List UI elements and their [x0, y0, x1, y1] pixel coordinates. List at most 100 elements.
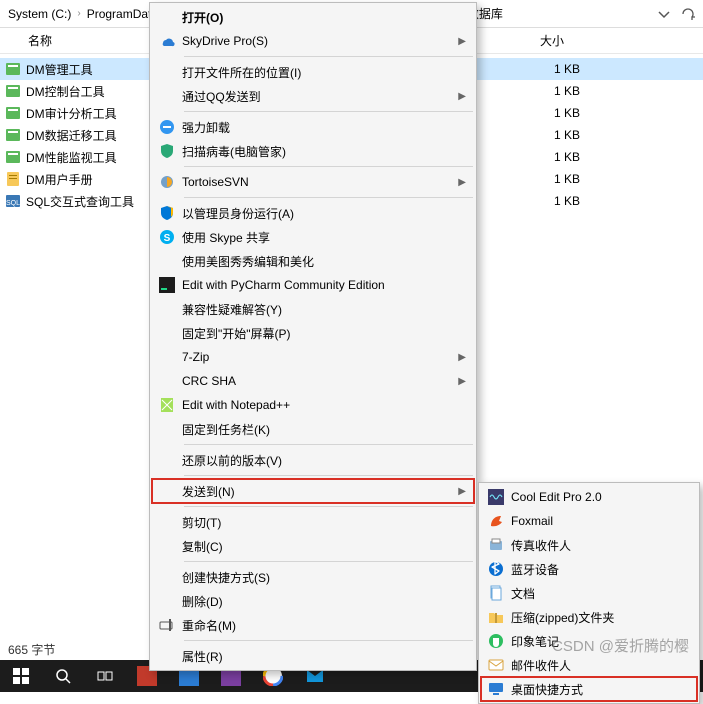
menu-item[interactable]: 固定到任务栏(K)	[152, 417, 474, 441]
menu-item[interactable]: 使用 Skype 共享	[152, 225, 474, 249]
refresh-button[interactable]	[679, 5, 697, 23]
file-size: 1 KB	[490, 62, 610, 76]
menu-item-label: Edit with PyCharm Community Edition	[182, 278, 474, 292]
menu-item[interactable]: 使用美图秀秀编辑和美化	[152, 249, 474, 273]
menu-item-label: 固定到任务栏(K)	[182, 421, 474, 438]
menu-item-label: 复制(C)	[182, 538, 474, 555]
file-icon	[0, 149, 26, 165]
menu-item-label: 压缩(zipped)文件夹	[511, 609, 697, 626]
chevron-right-icon: ›	[73, 8, 84, 19]
uninstall-icon	[152, 119, 182, 135]
menu-item-label: Foxmail	[511, 514, 697, 528]
submenu-arrow-icon: ▶	[458, 177, 466, 188]
menu-item[interactable]: 属性(R)	[152, 644, 474, 668]
fax-icon	[481, 537, 511, 553]
menu-item-label: CRC SHA	[182, 374, 474, 388]
menu-item[interactable]: 蓝牙设备	[481, 557, 697, 581]
bc-0[interactable]: System (C:)	[6, 7, 73, 21]
submenu-arrow-icon: ▶	[458, 91, 466, 102]
menu-item[interactable]: 创建快捷方式(S)	[152, 565, 474, 589]
start-button[interactable]	[0, 660, 42, 692]
submenu-arrow-icon: ▶	[458, 352, 466, 363]
sendto-submenu[interactable]: Cool Edit Pro 2.0 Foxmail 传真收件人蓝牙设备文档压缩(zi…	[478, 482, 700, 704]
menu-item[interactable]: 发送到(N)▶	[152, 479, 474, 503]
menu-item[interactable]: TortoiseSVN▶	[152, 170, 474, 194]
desktop-icon	[481, 681, 511, 697]
menu-item-label: 扫描病毒(电脑管家)	[182, 143, 474, 160]
menu-item[interactable]: 以管理员身份运行(A)	[152, 201, 474, 225]
submenu-arrow-icon: ▶	[458, 376, 466, 387]
menu-item[interactable]: Foxmail	[481, 509, 697, 533]
status-bar: 665 字节	[0, 638, 63, 660]
menu-header[interactable]: 打开(O)	[152, 5, 474, 29]
menu-item[interactable]: 文档	[481, 581, 697, 605]
menu-item-label: 发送到(N)	[182, 483, 474, 500]
menu-item[interactable]: 兼容性疑难解答(Y)	[152, 297, 474, 321]
menu-separator	[184, 197, 473, 198]
menu-item-label: Edit with Notepad++	[182, 398, 474, 412]
file-size: 1 KB	[490, 194, 610, 208]
menu-item-label: 强力卸载	[182, 119, 474, 136]
foxmail-icon	[481, 513, 511, 529]
menu-item-label: 重命名(M)	[182, 617, 474, 634]
skype-icon	[152, 229, 182, 245]
menu-separator	[184, 444, 473, 445]
file-icon	[0, 171, 26, 187]
evernote-icon	[481, 633, 511, 649]
menu-separator	[184, 166, 473, 167]
menu-item-label: 邮件收件人	[511, 657, 697, 674]
menu-item[interactable]: 复制(C)	[152, 534, 474, 558]
notepad-icon	[152, 397, 182, 413]
menu-item-label: 打开文件所在的位置(I)	[182, 64, 474, 81]
status-text: 665 字节	[8, 641, 55, 658]
menu-item-label: SkyDrive Pro(S)	[182, 34, 474, 48]
pycharm-icon	[152, 277, 182, 293]
menu-item[interactable]: 通过QQ发送到▶	[152, 84, 474, 108]
menu-item[interactable]: 7-Zip▶	[152, 345, 474, 369]
menu-item[interactable]: 邮件收件人	[481, 653, 697, 677]
menu-item[interactable]: 强力卸载	[152, 115, 474, 139]
menu-item[interactable]: 固定到"开始"屏幕(P)	[152, 321, 474, 345]
menu-item[interactable]: SkyDrive Pro(S)▶	[152, 29, 474, 53]
cooledit-icon	[481, 489, 511, 505]
shield-icon	[152, 205, 182, 221]
menu-item[interactable]: 扫描病毒(电脑管家)	[152, 139, 474, 163]
zip-icon	[481, 609, 511, 625]
submenu-arrow-icon: ▶	[458, 486, 466, 497]
menu-separator	[184, 111, 473, 112]
taskview-icon[interactable]	[84, 660, 126, 692]
menu-separator	[184, 561, 473, 562]
menu-item[interactable]: 剪切(T)	[152, 510, 474, 534]
menu-item[interactable]: 传真收件人	[481, 533, 697, 557]
menu-item[interactable]: 印象笔记	[481, 629, 697, 653]
search-icon[interactable]	[42, 660, 84, 692]
menu-item[interactable]: CRC SHA▶	[152, 369, 474, 393]
file-icon	[0, 127, 26, 143]
menu-item[interactable]: 删除(D)	[152, 589, 474, 613]
menu-item[interactable]: 压缩(zipped)文件夹	[481, 605, 697, 629]
menu-item[interactable]: Edit with PyCharm Community Edition	[152, 273, 474, 297]
context-menu[interactable]: 打开(O)SkyDrive Pro(S)▶打开文件所在的位置(I)通过QQ发送到…	[149, 2, 477, 671]
menu-item-label: 兼容性疑难解答(Y)	[182, 301, 474, 318]
menu-item[interactable]: 重命名(M)	[152, 613, 474, 637]
dropdown-button[interactable]	[655, 5, 673, 23]
menu-item-label: 创建快捷方式(S)	[182, 569, 474, 586]
rename-icon	[152, 617, 182, 633]
menu-item[interactable]: 还原以前的版本(V)	[152, 448, 474, 472]
menu-item-label: 属性(R)	[182, 648, 474, 665]
menu-item[interactable]: 桌面快捷方式	[481, 677, 697, 701]
file-icon	[0, 61, 26, 77]
svn-icon	[152, 174, 182, 190]
menu-item[interactable]: 打开文件所在的位置(I)	[152, 60, 474, 84]
menu-item-label: 剪切(T)	[182, 514, 474, 531]
file-size: 1 KB	[490, 172, 610, 186]
menu-item-label: 7-Zip	[182, 350, 474, 364]
menu-item-label: 传真收件人	[511, 537, 697, 554]
menu-item-label: 桌面快捷方式	[511, 681, 697, 698]
menu-item[interactable]: Cool Edit Pro 2.0	[481, 485, 697, 509]
file-size: 1 KB	[490, 150, 610, 164]
file-icon	[0, 105, 26, 121]
menu-item-label: 固定到"开始"屏幕(P)	[182, 325, 474, 342]
col-size[interactable]: 大小	[490, 32, 610, 49]
menu-item[interactable]: Edit with Notepad++	[152, 393, 474, 417]
